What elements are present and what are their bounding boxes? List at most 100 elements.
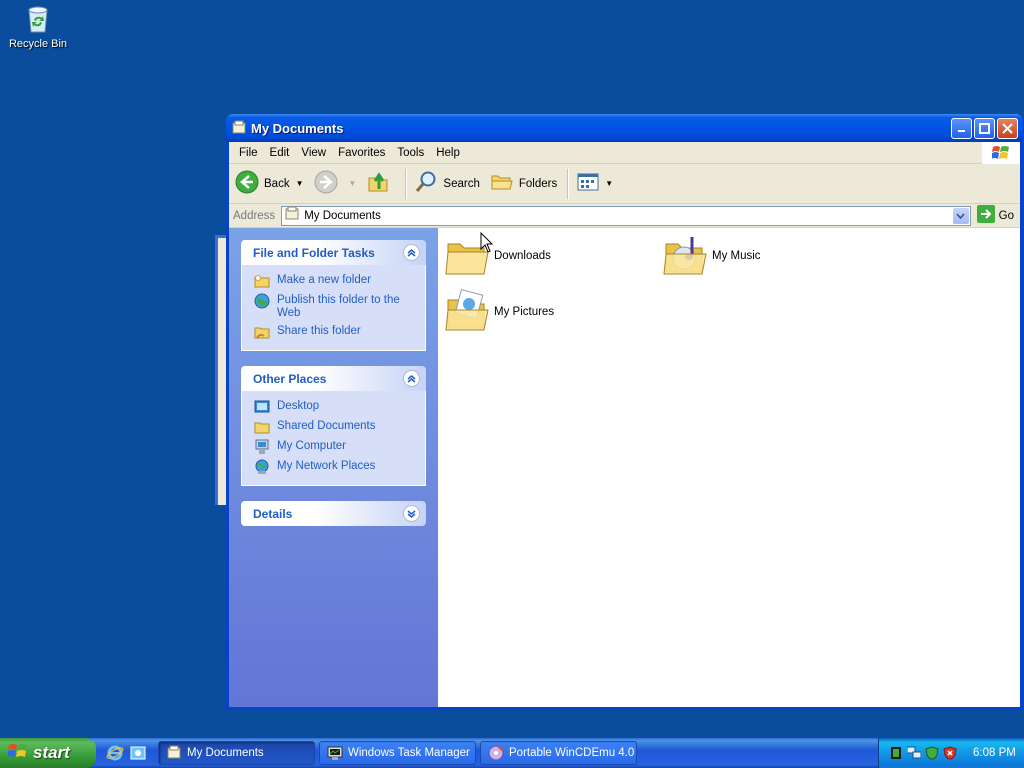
details-panel: Details <box>241 501 426 526</box>
title-bar[interactable]: My Documents <box>226 114 1023 142</box>
menu-bar: File Edit View Favorites Tools Help <box>229 142 1020 164</box>
place-my-computer[interactable]: My Computer <box>254 439 425 455</box>
taskbar-item-label: Portable WinCDEmu 4.0 <box>509 747 635 759</box>
task-publish-web[interactable]: Publish this folder to the Web <box>254 293 425 320</box>
window-title: My Documents <box>251 120 344 136</box>
computer-icon <box>254 439 270 455</box>
task-make-new-folder[interactable]: Make a new folder <box>254 273 425 289</box>
quick-launch <box>106 744 152 762</box>
security-shield-icon[interactable] <box>925 746 939 760</box>
task-share-folder[interactable]: Share this folder <box>254 324 425 340</box>
place-my-network-places[interactable]: My Network Places <box>254 459 425 475</box>
wincdemu-icon <box>488 745 504 761</box>
address-value: My Documents <box>304 209 381 222</box>
views-icon <box>576 170 600 197</box>
taskbar-item-label: My Documents <box>187 747 264 759</box>
back-button[interactable]: Back ▼ <box>235 170 304 197</box>
standard-toolbar: Back ▼ ▼ Search Folders ▼ <box>229 164 1020 204</box>
folders-button[interactable]: Folders <box>490 170 557 197</box>
maximize-button[interactable] <box>974 117 995 139</box>
new-folder-icon <box>254 273 270 289</box>
collapse-icon[interactable] <box>403 244 420 261</box>
network-globe-icon <box>254 459 270 475</box>
expand-icon[interactable] <box>403 505 420 522</box>
menu-help[interactable]: Help <box>430 147 466 159</box>
file-item-my-pictures[interactable]: My Pictures <box>444 288 554 336</box>
forward-button[interactable]: ▼ <box>314 170 357 197</box>
mouse-cursor-icon <box>480 231 494 257</box>
search-button[interactable]: Search <box>414 170 480 197</box>
chevron-down-icon <box>956 213 965 219</box>
menu-favorites[interactable]: Favorites <box>332 147 391 159</box>
desktop-icon <box>254 399 270 415</box>
explorer-window: My Documents File Edit View Favorites To… <box>226 114 1023 710</box>
recycle-bin-icon <box>22 2 54 34</box>
recycle-bin-shortcut[interactable]: Recycle Bin <box>8 2 68 50</box>
pictures-folder-icon <box>444 288 492 336</box>
file-item-downloads[interactable]: Downloads <box>444 232 551 280</box>
globe-icon <box>254 293 270 309</box>
place-desktop[interactable]: Desktop <box>254 399 425 415</box>
collapse-icon[interactable] <box>403 370 420 387</box>
network-icon[interactable] <box>906 746 922 760</box>
views-dropdown-icon[interactable]: ▼ <box>605 179 613 188</box>
details-header[interactable]: Details <box>241 501 426 526</box>
address-input[interactable]: My Documents <box>281 205 971 226</box>
search-icon <box>414 170 438 197</box>
toolbar-separator <box>567 168 569 199</box>
folder-window-icon <box>166 745 182 761</box>
back-label: Back <box>264 177 290 190</box>
file-item-my-music[interactable]: My Music <box>662 232 761 280</box>
views-button[interactable]: ▼ <box>576 170 613 197</box>
forward-arrow-icon <box>314 170 338 197</box>
place-shared-documents[interactable]: Shared Documents <box>254 419 425 435</box>
taskbar-item-wincdemu[interactable]: Portable WinCDEmu 4.0 <box>480 741 637 765</box>
file-label: My Music <box>712 250 761 262</box>
folder-window-icon <box>231 120 247 136</box>
security-alert-icon[interactable] <box>943 746 957 760</box>
toolbar-separator <box>405 168 407 199</box>
go-button[interactable]: Go <box>976 205 1014 226</box>
file-list: Downloads My Music My Pictures <box>438 228 1020 707</box>
other-places-panel: Other Places Desktop Shared Documents My… <box>241 366 426 486</box>
menu-tools[interactable]: Tools <box>391 147 430 159</box>
file-folder-tasks-header[interactable]: File and Folder Tasks <box>241 240 426 265</box>
menu-edit[interactable]: Edit <box>264 147 296 159</box>
window-content: File and Folder Tasks Make a new folder … <box>229 228 1020 707</box>
taskbar: start My Documents Windows Task Manager … <box>0 738 1024 768</box>
internet-explorer-icon[interactable] <box>106 744 124 762</box>
panel-body: Desktop Shared Documents My Computer My … <box>241 391 426 486</box>
recycle-bin-label: Recycle Bin <box>8 38 68 50</box>
menu-view[interactable]: View <box>295 147 332 159</box>
minimize-button[interactable] <box>951 117 972 139</box>
shared-folder-icon <box>254 419 270 435</box>
up-folder-icon <box>366 170 390 197</box>
up-folder-button[interactable] <box>366 170 395 197</box>
address-dropdown-button[interactable] <box>952 207 969 224</box>
tray-green-icon[interactable] <box>889 746 903 760</box>
search-label: Search <box>443 177 480 190</box>
address-folder-icon <box>284 206 300 225</box>
maximize-icon <box>979 122 990 134</box>
taskbar-item-task-manager[interactable]: Windows Task Manager <box>319 741 476 765</box>
panel-body: Make a new folder Publish this folder to… <box>241 265 426 351</box>
task-manager-icon <box>327 745 343 761</box>
close-button[interactable] <box>997 117 1018 139</box>
other-places-header[interactable]: Other Places <box>241 366 426 391</box>
share-folder-icon <box>254 324 270 340</box>
close-icon <box>1002 122 1013 134</box>
clock[interactable]: 6:08 PM <box>973 747 1016 759</box>
folders-icon <box>490 170 514 197</box>
go-arrow-icon <box>976 205 995 226</box>
windows-logo-icon <box>982 142 1020 164</box>
taskbar-item-my-documents[interactable]: My Documents <box>158 741 315 765</box>
task-pane: File and Folder Tasks Make a new folder … <box>229 228 438 707</box>
menu-file[interactable]: File <box>233 147 264 159</box>
forward-dropdown-icon[interactable]: ▼ <box>349 179 357 188</box>
taskbar-item-label: Windows Task Manager <box>348 747 470 759</box>
system-tray: 6:08 PM <box>878 738 1024 768</box>
show-desktop-icon[interactable] <box>129 744 147 762</box>
back-dropdown-icon[interactable]: ▼ <box>296 179 304 188</box>
go-label: Go <box>998 209 1014 222</box>
start-button[interactable]: start <box>0 738 96 768</box>
